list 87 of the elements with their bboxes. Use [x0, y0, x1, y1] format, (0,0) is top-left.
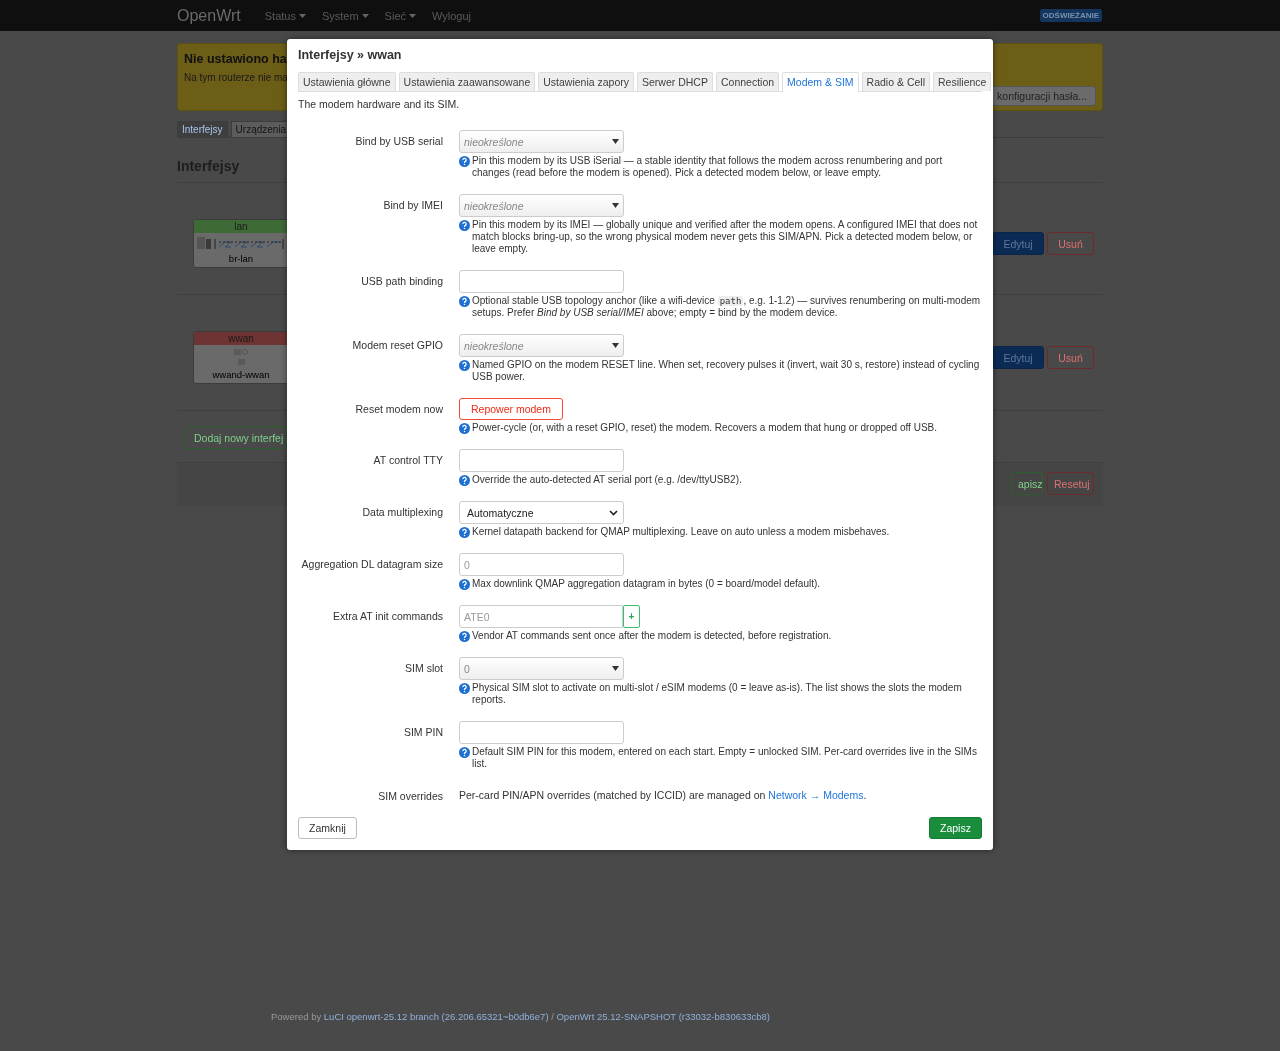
caret-icon	[612, 666, 619, 671]
caret-icon	[612, 203, 619, 208]
dropdown-field[interactable]: Automatyczne	[459, 501, 624, 524]
settings-tab[interactable]: Ustawienia zaawansowane	[398, 72, 536, 91]
text-input[interactable]	[459, 449, 624, 472]
save-button[interactable]: apisz	[1011, 472, 1043, 495]
help-icon	[459, 156, 470, 167]
text-input[interactable]: 0	[459, 553, 624, 576]
text-input[interactable]	[459, 270, 624, 293]
help-text: Power-cycle (or, with a reset GPIO, reset) the modem. Recovers a modem that hung or dropped off USB.	[472, 422, 938, 434]
delete-button[interactable]: Usuń	[1047, 232, 1094, 255]
static-text: Per-card PIN/APN overrides (matched by ICCID) are managed on Network → Modems.	[459, 789, 867, 801]
repower-button[interactable]: Repower modem	[459, 398, 563, 420]
help-icon	[459, 296, 470, 307]
field-label: Reset modem now	[354, 402, 443, 417]
save-button[interactable]: Zapisz	[929, 817, 982, 839]
interface-name: lan	[194, 220, 288, 233]
alert-text: Na tym routerze nie ma	[184, 72, 288, 83]
help-icon	[459, 631, 470, 642]
help-text: Optional stable USB topology anchor (like a wifi-device path , e.g. 1-1.2) — survives renumbering on multi-modem setups. Prefer Bind by USB serial/IMEI above; empty = bind by the modem device.	[472, 295, 982, 319]
settings-tab[interactable]: Ustawienia główne	[298, 72, 396, 91]
field-label: SIM overrides	[377, 789, 443, 802]
help-icon	[459, 579, 470, 590]
add-item-button[interactable]: +	[623, 605, 640, 628]
page-tab[interactable]: Interfejsy	[177, 121, 228, 137]
settings-tab[interactable]: Radio & Cell	[861, 72, 930, 91]
field-label: Modem reset GPIO	[351, 338, 443, 353]
help-icon	[459, 220, 470, 231]
dropdown-field[interactable]: nieokreślone	[459, 130, 624, 153]
dropdown-field[interactable]: nieokreślone	[459, 194, 624, 217]
help-text: Default SIM PIN for this modem, entered on each start. Empty = unlocked SIM. Per-card overrides live in the SIMs list.	[472, 746, 978, 770]
settings-tab[interactable]: Ustawienia zapory	[538, 72, 634, 91]
reset-button[interactable]: Resetuj	[1047, 472, 1094, 495]
field-label: Bind by IMEI	[382, 198, 443, 213]
field-label: Aggregation DL datagram size	[300, 557, 443, 572]
interface-name: wwan	[194, 332, 288, 345]
help-text: Max downlink QMAP aggregation datagram in bytes (0 = board/model default).	[472, 578, 821, 590]
field-label: Bind by USB serial	[354, 134, 443, 149]
nav-menu-item[interactable]: Status	[264, 9, 306, 22]
settings-tab[interactable]: Serwer DHCP	[637, 72, 713, 91]
help-icon	[459, 527, 470, 538]
settings-tab[interactable]: Resilience	[933, 72, 992, 91]
edit-button[interactable]: Edytuj	[992, 232, 1044, 255]
help-icon	[459, 423, 470, 434]
dropdown-field[interactable]: 0	[459, 657, 624, 680]
edit-button[interactable]: Edytuj	[992, 346, 1044, 369]
settings-tab[interactable]: Modem & SIM	[782, 72, 859, 92]
nav-menu-item[interactable]: Wyloguj	[432, 9, 472, 22]
field-label: Extra AT init commands	[332, 609, 443, 624]
field-label: AT control TTY	[372, 453, 443, 468]
help-text: Pin this modem by its IMEI — globally unique and verified after the modem opens. A configured IMEI that does not match blocks bring-up, so the wrong physical modem never gets this SIM/APN. Pick a detected modem below, or leave empty.	[472, 219, 979, 255]
device-name: wwand-wwan	[212, 369, 270, 380]
field-label: Data multiplexing	[361, 505, 443, 520]
section-description: The modem hardware and its SIM.	[298, 98, 461, 110]
brand-logo[interactable]: OpenWrt	[177, 6, 241, 25]
help-text: Vendor AT commands sent once after the modem is detected, before registration.	[472, 630, 832, 642]
openwrt-link[interactable]: OpenWrt 25.12-SNAPSHOT (r33032-b830633cb8)	[556, 1011, 770, 1022]
field-label: USB path binding	[360, 274, 443, 289]
dropdown-field[interactable]: nieokreślone	[459, 334, 624, 357]
luci-link[interactable]: LuCI openwrt-25.12 branch (26.206.65321~b0db6e7)	[323, 1011, 549, 1022]
text-input[interactable]	[459, 721, 624, 744]
help-icon	[459, 475, 470, 486]
help-icon	[459, 747, 470, 758]
device-name: br-lan	[228, 253, 254, 264]
footer-text: Powered by LuCI openwrt-25.12 branch (26.206.65321~b0db6e7) / OpenWrt 25.12-SNAPSHOT (r33032-b830633cb8)	[270, 1011, 771, 1022]
nav-menu-item[interactable]: System	[321, 9, 369, 22]
caret-icon	[612, 343, 619, 348]
nav-menu-item[interactable]: Sieć	[384, 9, 416, 22]
close-button[interactable]: Zamknij	[298, 817, 357, 839]
settings-tab[interactable]: Connection	[715, 72, 780, 91]
alert-title: Nie ustawiono ha	[184, 52, 288, 66]
refresh-badge[interactable]: ODŚWIEŻANIE	[1039, 9, 1102, 22]
field-label: SIM slot	[404, 661, 443, 676]
help-text: Pin this modem by its USB iSerial — a stable identity that follows the modem across renumbering and port changes (read before the modem is opened). Pick a detected modem below, or leave empty.	[472, 155, 944, 179]
help-text: Override the auto-detected AT serial port (e.g. /dev/ttyUSB2).	[472, 474, 742, 486]
add-interface-button[interactable]: Dodaj nowy interfej	[185, 426, 287, 449]
text-input[interactable]: ATE0	[459, 605, 623, 628]
help-text: Named GPIO on the modem RESET line. When set, recovery pulses it (invert, wait 30 s, restore) instead of cycling USB power.	[472, 359, 981, 383]
help-text: Physical SIM slot to activate on multi-slot / eSIM modems (0 = leave as-is). The list shows the slots the modem reports.	[472, 682, 963, 706]
help-icon	[459, 360, 470, 371]
help-text: Kernel datapath backend for QMAP multiplexing. Leave on auto unless a modem misbehaves.	[472, 526, 890, 538]
modal-title: Interfejsy » wwan	[298, 48, 403, 62]
caret-icon	[612, 139, 619, 144]
field-label: SIM PIN	[402, 725, 443, 740]
help-icon	[459, 683, 470, 694]
delete-button[interactable]: Usuń	[1047, 346, 1094, 369]
chevron-icon	[609, 509, 618, 516]
